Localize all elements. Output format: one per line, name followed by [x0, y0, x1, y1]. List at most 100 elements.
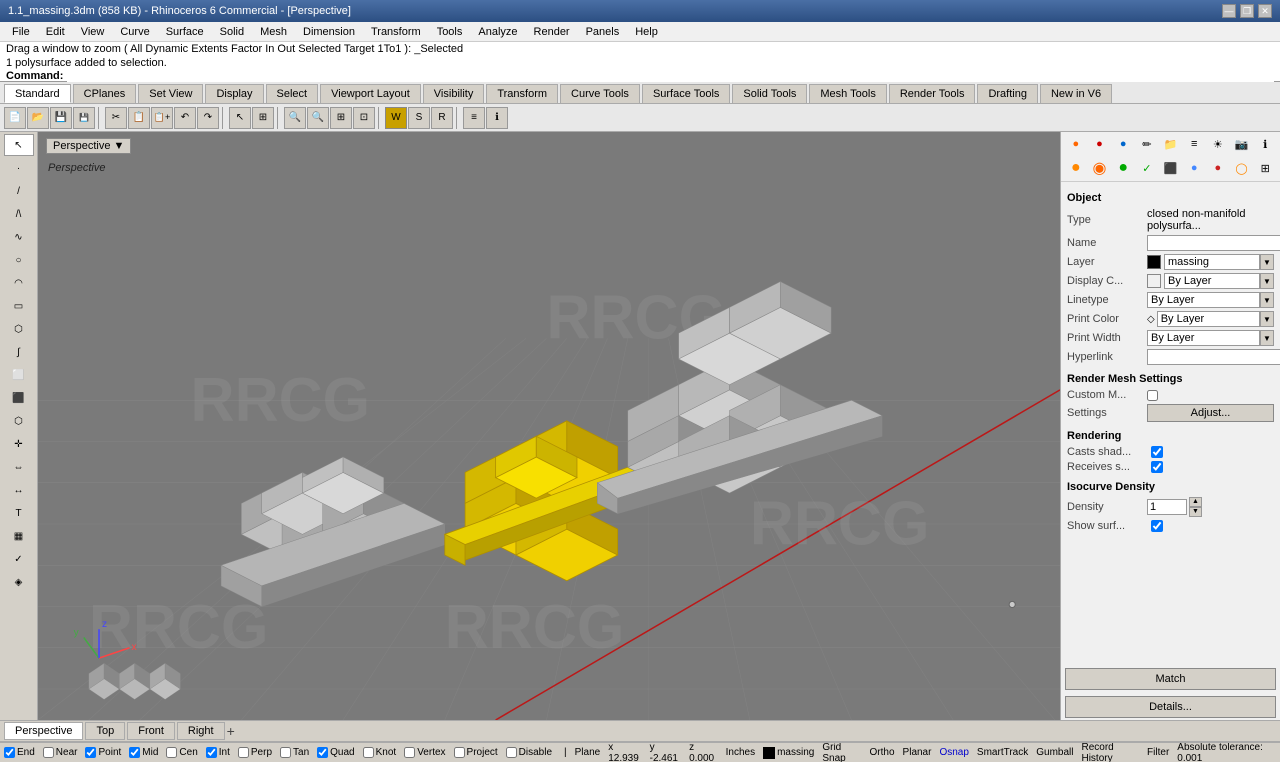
status-ortho[interactable]: Ortho	[870, 747, 895, 758]
tab-transform[interactable]: Transform	[486, 84, 558, 103]
tab-cplanes[interactable]: CPlanes	[73, 84, 137, 103]
viewport-area[interactable]: RRCG RRCG RRCG RRCG RRCG	[38, 132, 1060, 720]
menu-render[interactable]: Render	[526, 24, 578, 40]
status-smarttrack[interactable]: SmartTrack	[977, 747, 1028, 758]
vp-tab-perspective[interactable]: Perspective	[4, 722, 83, 740]
extrude-tool[interactable]: ⬛	[4, 387, 34, 409]
shaded-icon[interactable]: S	[408, 107, 430, 129]
snap-point-checkbox[interactable]	[85, 747, 96, 758]
rp-icon-red-sphere[interactable]: ●	[1207, 158, 1229, 178]
tab-standard[interactable]: Standard	[4, 84, 71, 103]
solid-tool[interactable]: ⬡	[4, 410, 34, 432]
status-grid-snap[interactable]: Grid Snap	[822, 742, 861, 762]
cut-icon[interactable]: ✂	[105, 107, 127, 129]
rendered-icon[interactable]: R	[431, 107, 453, 129]
transform-tool[interactable]: ✛	[4, 433, 34, 455]
save-small-icon[interactable]: 💾	[73, 107, 95, 129]
minimize-btn[interactable]: —	[1222, 4, 1236, 18]
curve-tool[interactable]: ∿	[4, 226, 34, 248]
status-osnap[interactable]: Osnap	[939, 747, 968, 758]
redo-icon[interactable]: ↷	[197, 107, 219, 129]
tab-solid-tools[interactable]: Solid Tools	[732, 84, 807, 103]
tab-surface-tools[interactable]: Surface Tools	[642, 84, 730, 103]
rp-icon-green2[interactable]: ⬛	[1160, 158, 1182, 178]
rp-icon-folder[interactable]: 📁	[1160, 134, 1182, 154]
mirror-tool[interactable]: ⇔	[4, 456, 34, 478]
casts-shadows-checkbox[interactable]	[1151, 446, 1163, 458]
select-tool[interactable]: ↖	[4, 134, 34, 156]
hatch-tool[interactable]: ▦	[4, 525, 34, 547]
rp-icon-sphere-orange[interactable]: ●	[1065, 134, 1087, 154]
menu-mesh[interactable]: Mesh	[252, 24, 295, 40]
match-button[interactable]: Match	[1065, 668, 1276, 690]
status-gumball[interactable]: Gumball	[1036, 747, 1073, 758]
polyline-tool[interactable]: /\	[4, 203, 34, 225]
name-input[interactable]	[1147, 235, 1280, 251]
snap-quad-checkbox[interactable]	[317, 747, 328, 758]
display-color-btn[interactable]: ▼	[1260, 273, 1274, 289]
snap-knot-checkbox[interactable]	[363, 747, 374, 758]
new-icon[interactable]: 📄	[4, 107, 26, 129]
density-up[interactable]: ▲	[1189, 497, 1202, 507]
rp-icon-camera[interactable]: 📷	[1231, 134, 1253, 154]
print-color-btn[interactable]: ▼	[1260, 311, 1274, 327]
zoom-out-icon[interactable]: 🔍	[307, 107, 329, 129]
arc-tool[interactable]: ◠	[4, 272, 34, 294]
surface-tool[interactable]: ⬜	[4, 364, 34, 386]
freeform-tool[interactable]: ∫	[4, 341, 34, 363]
rp-icon-sphere-blue[interactable]: ●	[1112, 134, 1134, 154]
menu-solid[interactable]: Solid	[212, 24, 252, 40]
rp-icon-green[interactable]: ●	[1112, 158, 1134, 178]
rp-icon-checkmark[interactable]: ✓	[1136, 158, 1158, 178]
properties-icon[interactable]: ℹ	[486, 107, 508, 129]
menu-surface[interactable]: Surface	[158, 24, 212, 40]
circle-tool[interactable]: ○	[4, 249, 34, 271]
menu-file[interactable]: File	[4, 24, 38, 40]
snap-int-checkbox[interactable]	[206, 747, 217, 758]
tab-drafting[interactable]: Drafting	[977, 84, 1038, 103]
paste-icon[interactable]: 📋+	[151, 107, 173, 129]
menu-panels[interactable]: Panels	[578, 24, 628, 40]
render-tool[interactable]: ◈	[4, 571, 34, 593]
details-button[interactable]: Details...	[1065, 696, 1276, 718]
rp-icon-pencil[interactable]: ✏	[1136, 134, 1158, 154]
select-icon[interactable]: ↖	[229, 107, 251, 129]
analyze-tool[interactable]: ✓	[4, 548, 34, 570]
text-tool[interactable]: T	[4, 502, 34, 524]
density-input[interactable]	[1147, 499, 1187, 515]
point-tool[interactable]: ·	[4, 157, 34, 179]
line-tool[interactable]: /	[4, 180, 34, 202]
zoom-extents-icon[interactable]: ⊞	[330, 107, 352, 129]
vp-add-btn[interactable]: +	[227, 723, 235, 739]
snap-mid-checkbox[interactable]	[129, 747, 140, 758]
status-filter[interactable]: Filter	[1147, 747, 1169, 758]
zoom-in-icon[interactable]: 🔍	[284, 107, 306, 129]
tab-visibility[interactable]: Visibility	[423, 84, 485, 103]
tab-select[interactable]: Select	[266, 84, 319, 103]
menu-help[interactable]: Help	[627, 24, 666, 40]
tab-set-view[interactable]: Set View	[138, 84, 203, 103]
show-surf-checkbox[interactable]	[1151, 520, 1163, 532]
snap-project-checkbox[interactable]	[454, 747, 465, 758]
snap-end-checkbox[interactable]	[4, 747, 15, 758]
rp-icon-sphere-red[interactable]: ●	[1089, 134, 1111, 154]
polygon-tool[interactable]: ⬡	[4, 318, 34, 340]
menu-dimension[interactable]: Dimension	[295, 24, 363, 40]
menu-tools[interactable]: Tools	[429, 24, 471, 40]
dimension-tool[interactable]: ↔	[4, 479, 34, 501]
vp-tab-right[interactable]: Right	[177, 722, 225, 740]
tab-viewport-layout[interactable]: Viewport Layout	[320, 84, 421, 103]
zoom-window-icon[interactable]: ⊡	[353, 107, 375, 129]
menu-curve[interactable]: Curve	[112, 24, 157, 40]
adjust-button[interactable]: Adjust...	[1147, 404, 1274, 422]
rp-icon-blue-sphere[interactable]: ●	[1183, 158, 1205, 178]
titlebar-controls[interactable]: — ❐ ✕	[1222, 4, 1272, 18]
copy-icon[interactable]: 📋	[128, 107, 150, 129]
restore-btn[interactable]: ❐	[1240, 4, 1254, 18]
tab-render-tools[interactable]: Render Tools	[889, 84, 976, 103]
hyperlink-input[interactable]	[1147, 349, 1280, 365]
select2-icon[interactable]: ⊞	[252, 107, 274, 129]
menu-view[interactable]: View	[73, 24, 113, 40]
menu-edit[interactable]: Edit	[38, 24, 73, 40]
rp-icon-circle-orange[interactable]: ●	[1065, 158, 1087, 178]
